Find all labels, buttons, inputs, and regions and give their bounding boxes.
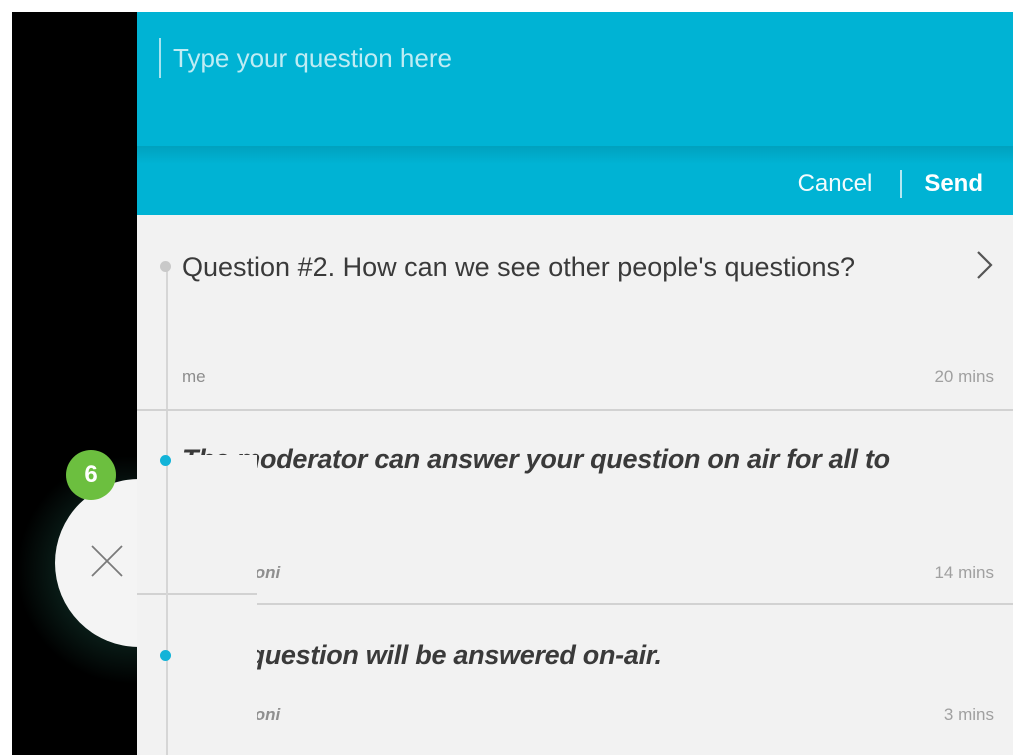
close-icon[interactable] bbox=[90, 544, 124, 578]
answer-item: Your question will be answered on-air. d… bbox=[137, 605, 1013, 755]
answer-text: The moderator can answer your question o… bbox=[182, 444, 890, 515]
thread-line-segment bbox=[166, 455, 168, 755]
chevron-right-icon[interactable] bbox=[973, 249, 995, 281]
question-author: me bbox=[182, 367, 206, 386]
question-text: Question #2. How can we see other people… bbox=[182, 252, 856, 282]
answer-time: 14 mins bbox=[934, 563, 994, 582]
question-dot bbox=[160, 261, 171, 272]
question-input[interactable] bbox=[159, 38, 959, 78]
question-time: 20 mins bbox=[934, 367, 994, 386]
panel-edge bbox=[137, 455, 257, 755]
answer-dot bbox=[160, 455, 171, 466]
item-divider bbox=[137, 593, 257, 595]
answer-time: 3 mins bbox=[943, 705, 994, 724]
qa-panel: Cancel Send Question #2. How can we see … bbox=[137, 12, 1013, 755]
compose-actions: Cancel Send bbox=[798, 168, 983, 200]
send-button[interactable]: Send bbox=[924, 170, 983, 198]
compose-area: Cancel Send bbox=[137, 12, 1013, 215]
answer-dot bbox=[160, 650, 171, 661]
compose-divider bbox=[137, 146, 1013, 164]
actions-separator bbox=[900, 170, 903, 198]
question-item[interactable]: Question #2. How can we see other people… bbox=[137, 215, 1013, 411]
count-badge: 6 bbox=[66, 450, 116, 500]
answer-item: The moderator can answer your question o… bbox=[137, 411, 1013, 605]
cancel-button[interactable]: Cancel bbox=[798, 170, 873, 198]
answer-text: Your question will be answered on-air. bbox=[182, 640, 662, 670]
